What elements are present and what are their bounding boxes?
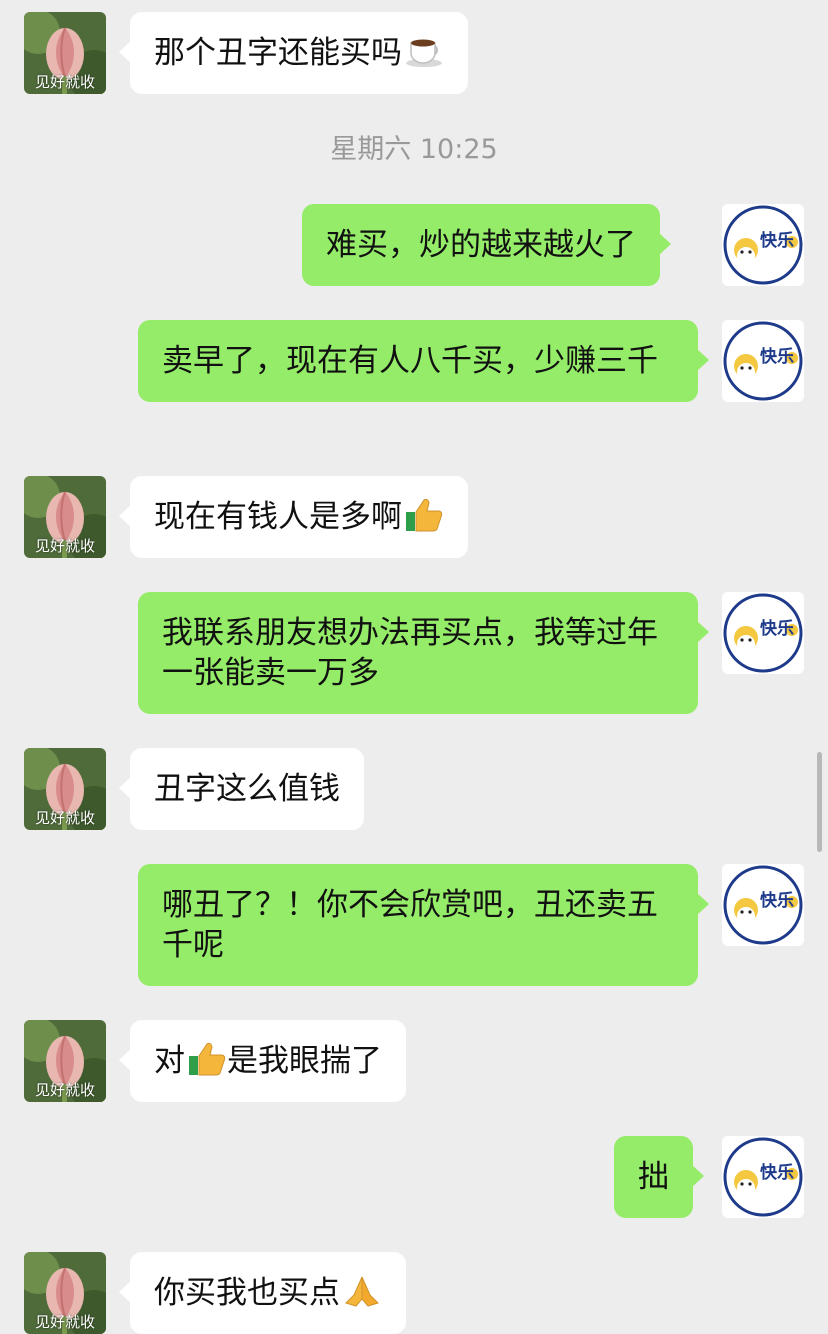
timestamp-divider: 星期六 10:25 [330, 134, 498, 165]
message-text: 是我眼揣了 [227, 1043, 382, 1079]
message-text: 我联系朋友想办法再买点，我等过年一张能卖一万多 [162, 615, 658, 691]
message-text: 对 [154, 1043, 185, 1079]
praying-hands-icon [342, 1273, 382, 1309]
message-text: 你买我也买点 [154, 1275, 340, 1311]
duck-avatar-icon: 快乐 [722, 204, 804, 286]
self-avatar[interactable]: 快乐 [722, 1136, 804, 1218]
message-bubble-incoming[interactable]: 你买我也买点 [119, 1252, 406, 1334]
contact-avatar[interactable]: 见好就收 [24, 1020, 106, 1102]
avatar-caption: 见好就收 [34, 1313, 95, 1331]
avatar-caption: 见好就收 [34, 73, 95, 91]
message-text: 拙 [638, 1159, 669, 1195]
chat-area[interactable]: 见好就收 那个丑字还能买吗 星期六 10:25 快乐 难买，炒的越来越火了 快乐… [0, 0, 828, 1334]
message-bubble-incoming[interactable]: 丑字这么值钱 [119, 748, 364, 830]
self-avatar[interactable]: 快乐 [722, 864, 804, 946]
message-bubble-outgoing[interactable]: 卖早了，现在有人八千买，少赚三千 [138, 320, 709, 402]
self-avatar[interactable]: 快乐 [722, 592, 804, 674]
message-text: 哪丑了？！你不会欣赏吧，丑还卖五千呢 [162, 887, 658, 963]
self-avatar[interactable]: 快乐 [722, 204, 804, 286]
coffee-cup-icon [404, 33, 444, 69]
duck-avatar-icon: 快乐 [722, 592, 804, 674]
svg-text:快乐: 快乐 [760, 618, 794, 639]
scrollbar[interactable] [817, 752, 822, 852]
contact-avatar[interactable]: 见好就收 [24, 12, 106, 94]
message-bubble-incoming[interactable]: 对 是我眼揣了 [119, 1020, 406, 1102]
message-text: 那个丑字还能买吗 [154, 35, 402, 71]
message-bubble-outgoing[interactable]: 拙 [614, 1136, 704, 1218]
message-text: 丑字这么值钱 [154, 771, 340, 807]
avatar-caption: 见好就收 [34, 537, 95, 555]
svg-text:快乐: 快乐 [760, 1162, 794, 1183]
contact-avatar[interactable]: 见好就收 [24, 748, 106, 830]
message-bubble-incoming[interactable]: 那个丑字还能买吗 [119, 12, 468, 94]
duck-avatar-icon: 快乐 [722, 864, 804, 946]
message-bubble-incoming[interactable]: 现在有钱人是多啊 [119, 476, 468, 558]
contact-avatar[interactable]: 见好就收 [24, 476, 106, 558]
svg-text:快乐: 快乐 [760, 890, 794, 911]
avatar-caption: 见好就收 [34, 809, 95, 827]
message-text: 卖早了，现在有人八千买，少赚三千 [162, 343, 658, 379]
message-text: 现在有钱人是多啊 [154, 499, 402, 535]
message-bubble-outgoing[interactable]: 我联系朋友想办法再买点，我等过年一张能卖一万多 [138, 592, 709, 714]
message-bubble-outgoing[interactable]: 哪丑了？！你不会欣赏吧，丑还卖五千呢 [138, 864, 709, 986]
thumbs-up-icon [404, 497, 444, 533]
svg-text:快乐: 快乐 [760, 230, 794, 251]
duck-avatar-icon: 快乐 [722, 1136, 804, 1218]
contact-avatar[interactable]: 见好就收 [24, 1252, 106, 1334]
message-text: 难买，炒的越来越火了 [326, 227, 636, 263]
self-avatar[interactable]: 快乐 [722, 320, 804, 402]
message-bubble-outgoing[interactable]: 难买，炒的越来越火了 [302, 204, 671, 286]
svg-text:快乐: 快乐 [760, 346, 794, 367]
thumbs-up-icon [187, 1041, 227, 1077]
avatar-caption: 见好就收 [34, 1081, 95, 1099]
duck-avatar-icon: 快乐 [722, 320, 804, 402]
